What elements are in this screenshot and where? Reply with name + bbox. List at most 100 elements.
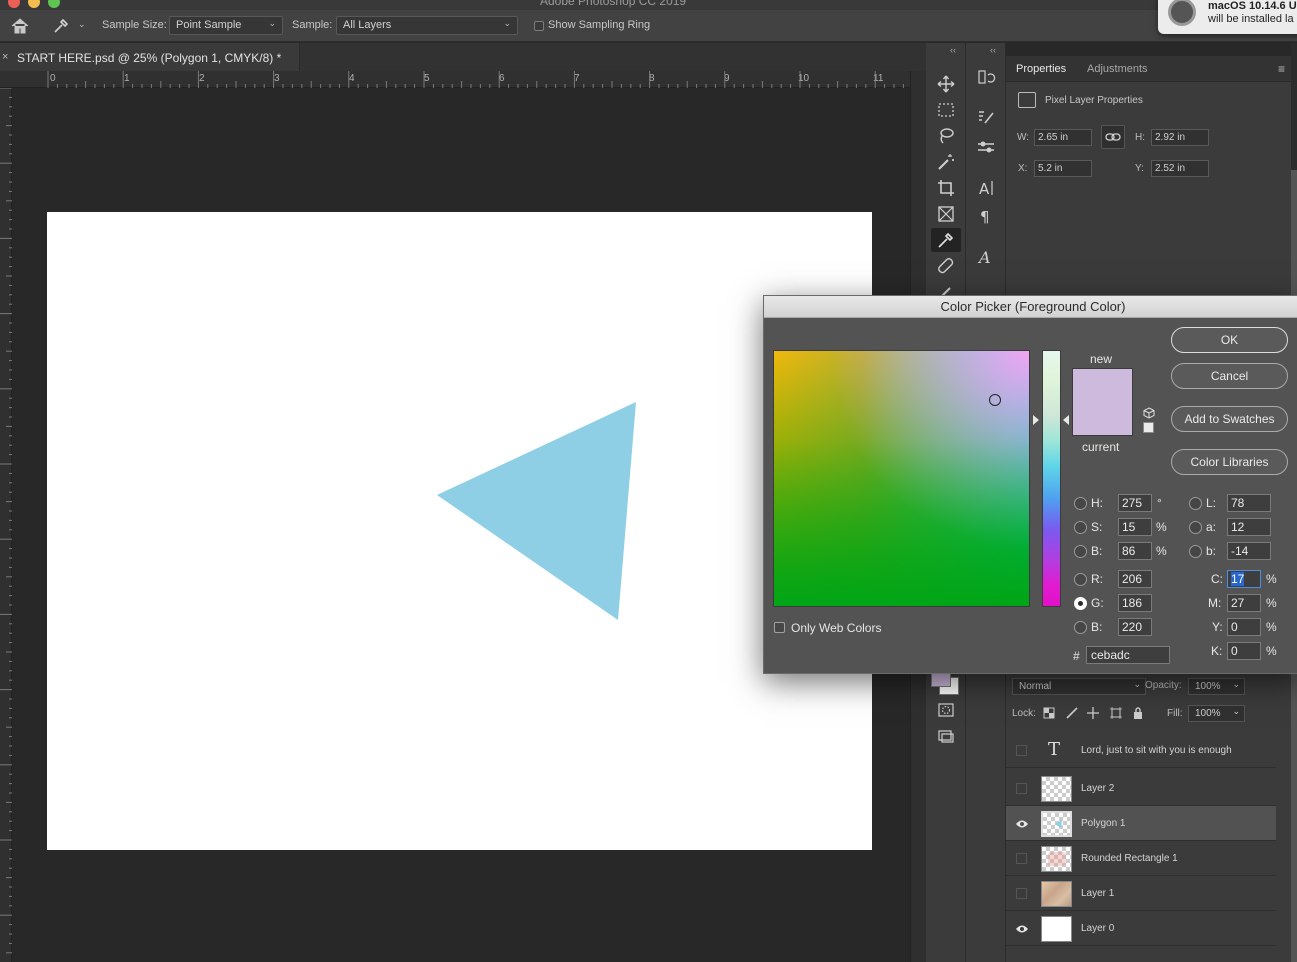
lock-pixels-icon[interactable] bbox=[1065, 706, 1079, 723]
brightness-radio[interactable] bbox=[1074, 545, 1087, 558]
opacity-field[interactable]: 100% ⌄ bbox=[1188, 678, 1245, 695]
cyan-field[interactable]: 17 bbox=[1227, 570, 1261, 588]
black-field[interactable]: 0 bbox=[1227, 642, 1261, 660]
saturation-field[interactable]: 15 bbox=[1118, 518, 1152, 536]
visibility-toggle[interactable] bbox=[1016, 853, 1027, 864]
eyedropper-preset-icon[interactable] bbox=[52, 17, 72, 38]
sample-select[interactable]: All Layers ⌄ bbox=[336, 16, 518, 35]
blue-field[interactable]: 220 bbox=[1118, 618, 1152, 636]
update-notification[interactable]: macOS 10.14.6 U will be installed la bbox=[1158, 0, 1297, 34]
lab-l-radio[interactable] bbox=[1189, 497, 1202, 510]
zoom-window-button[interactable] bbox=[48, 0, 60, 8]
width-field[interactable]: 2.65 in bbox=[1034, 129, 1092, 146]
adjustment-sliders-button[interactable] bbox=[971, 135, 1001, 159]
color-field[interactable] bbox=[773, 350, 1030, 607]
red-field[interactable]: 206 bbox=[1118, 570, 1152, 588]
visibility-toggle[interactable] bbox=[1016, 745, 1027, 756]
hue-slider-left-arrow[interactable] bbox=[1033, 415, 1039, 425]
close-tab-icon[interactable]: × bbox=[2, 51, 8, 63]
eyedropper-tool[interactable] bbox=[931, 228, 961, 252]
out-of-gamut-cube-icon[interactable] bbox=[1143, 407, 1155, 422]
history-panel-button[interactable] bbox=[971, 65, 1001, 89]
lock-position-icon[interactable] bbox=[1086, 706, 1100, 723]
lock-all-icon[interactable] bbox=[1132, 706, 1144, 723]
x-field[interactable]: 5.2 in bbox=[1034, 160, 1092, 177]
only-web-colors-checkbox[interactable] bbox=[774, 622, 785, 633]
eye-icon[interactable] bbox=[1015, 922, 1029, 936]
collapse-toolbar-icon[interactable]: ‹‹ bbox=[950, 45, 956, 55]
move-tool[interactable] bbox=[931, 72, 961, 96]
frame-tool[interactable] bbox=[931, 202, 961, 226]
link-dimensions-button[interactable] bbox=[1101, 125, 1125, 149]
lab-a-field[interactable]: 12 bbox=[1227, 518, 1271, 536]
blue-radio[interactable] bbox=[1074, 621, 1087, 634]
lab-b-field[interactable]: -14 bbox=[1227, 542, 1271, 560]
current-color-swatch[interactable] bbox=[1073, 402, 1132, 435]
layer-row[interactable]: Polygon 1 bbox=[1006, 806, 1276, 841]
height-field[interactable]: 2.92 in bbox=[1151, 129, 1209, 146]
hue-field[interactable]: 275 bbox=[1118, 494, 1152, 512]
green-radio[interactable] bbox=[1074, 597, 1087, 610]
lab-l-field[interactable]: 78 bbox=[1227, 494, 1271, 512]
hex-field[interactable]: cebadc bbox=[1086, 646, 1170, 664]
magic-wand-tool[interactable] bbox=[931, 150, 961, 174]
show-sampling-ring-checkbox[interactable] bbox=[534, 21, 544, 31]
yellow-field[interactable]: 0 bbox=[1227, 618, 1261, 636]
marquee-tool[interactable] bbox=[931, 98, 961, 122]
paragraph-panel-button[interactable]: ¶ bbox=[971, 204, 1001, 228]
hue-slider[interactable] bbox=[1042, 350, 1061, 607]
character-panel-button[interactable]: A bbox=[971, 176, 1001, 200]
lab-a-radio[interactable] bbox=[1189, 521, 1202, 534]
cancel-button[interactable]: Cancel bbox=[1171, 363, 1288, 389]
saturation-radio[interactable] bbox=[1074, 521, 1087, 534]
color-field-cursor[interactable] bbox=[989, 394, 1001, 406]
color-libraries-button[interactable]: Color Libraries bbox=[1171, 449, 1288, 475]
web-safe-swatch[interactable] bbox=[1143, 422, 1154, 433]
document-tab[interactable]: × START HERE.psd @ 25% (Polygon 1, CMYK/… bbox=[0, 43, 300, 71]
lab-b-label: b: bbox=[1206, 544, 1217, 558]
tab-adjustments[interactable]: Adjustments bbox=[1087, 63, 1148, 75]
minimize-window-button[interactable] bbox=[28, 0, 40, 8]
hue-slider-right-arrow[interactable] bbox=[1063, 415, 1069, 425]
sample-size-select[interactable]: Point Sample ⌄ bbox=[169, 16, 283, 35]
eye-icon[interactable] bbox=[1015, 817, 1029, 831]
red-radio[interactable] bbox=[1074, 573, 1087, 586]
layer-row[interactable]: Layer 1 bbox=[1006, 876, 1276, 911]
y-field[interactable]: 2.52 in bbox=[1151, 160, 1209, 177]
lock-artboard-icon[interactable] bbox=[1109, 706, 1123, 723]
screen-mode-tool[interactable] bbox=[931, 724, 961, 748]
brightness-field[interactable]: 86 bbox=[1118, 542, 1152, 560]
opacity-label: Opacity: bbox=[1145, 680, 1182, 691]
layer-row[interactable]: Layer 0 bbox=[1006, 911, 1276, 946]
layer-row[interactable]: T Lord, just to sit with you is enough bbox=[1006, 733, 1276, 768]
visibility-toggle[interactable] bbox=[1016, 888, 1027, 899]
hue-radio[interactable] bbox=[1074, 497, 1087, 510]
rectangular-marquee-icon bbox=[938, 103, 954, 117]
collapse-dock-icon[interactable]: ‹‹ bbox=[990, 45, 996, 55]
fill-field[interactable]: 100% ⌄ bbox=[1188, 705, 1245, 722]
lab-b-radio[interactable] bbox=[1189, 545, 1202, 558]
document-canvas[interactable] bbox=[47, 212, 872, 850]
layer-row[interactable]: Layer 2 bbox=[1006, 771, 1276, 806]
brush-settings-button[interactable] bbox=[971, 105, 1001, 129]
link-icon bbox=[1105, 133, 1121, 141]
lock-transparent-icon[interactable] bbox=[1043, 707, 1055, 722]
healing-brush-tool[interactable] bbox=[931, 254, 961, 278]
lasso-tool[interactable] bbox=[931, 124, 961, 148]
tab-properties[interactable]: Properties bbox=[1016, 63, 1066, 75]
home-icon[interactable] bbox=[10, 17, 30, 38]
add-to-swatches-button[interactable]: Add to Swatches bbox=[1171, 406, 1288, 432]
glyphs-panel-button[interactable]: A bbox=[971, 245, 1001, 269]
crop-tool[interactable] bbox=[931, 176, 961, 200]
magenta-field[interactable]: 27 bbox=[1227, 594, 1261, 612]
green-field[interactable]: 186 bbox=[1118, 594, 1152, 612]
quick-mask-tool[interactable] bbox=[931, 698, 961, 722]
panel-menu-icon[interactable]: ≡ bbox=[1278, 62, 1285, 76]
polygon-1-shape[interactable] bbox=[437, 402, 636, 620]
close-window-button[interactable] bbox=[8, 0, 20, 8]
visibility-toggle[interactable] bbox=[1016, 783, 1027, 794]
preset-chevron-icon[interactable]: ⌄ bbox=[78, 19, 86, 30]
ok-button[interactable]: OK bbox=[1171, 327, 1288, 353]
blend-mode-select[interactable]: Normal ⌄ bbox=[1012, 678, 1146, 695]
layer-row[interactable]: Rounded Rectangle 1 bbox=[1006, 841, 1276, 876]
